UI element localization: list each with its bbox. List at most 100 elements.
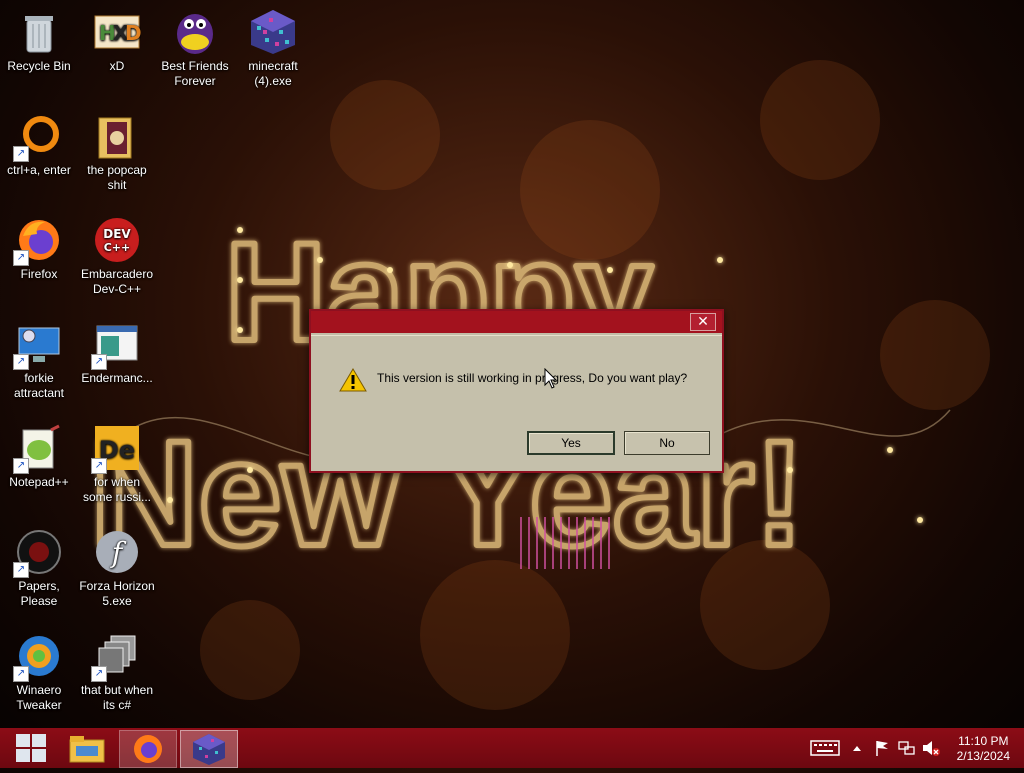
speaker-muted-icon [923,741,940,756]
desktop-icon-forza-horizon[interactable]: f Forza Horizon 5.exe [78,522,156,609]
notepad-plus-plus-icon: ↗ [13,424,63,474]
keyboard-icon [810,740,840,756]
minecraft-block-icon [249,8,297,56]
bokeh [880,300,990,410]
shortcut-arrow-icon: ↗ [13,146,29,162]
desktop-icon-forkie-attractant[interactable]: ↗ forkie attractant [0,314,78,401]
taskbar-file-explorer[interactable] [60,730,116,766]
action-center-flag-button[interactable] [872,728,892,768]
desktop-icon-ctrl-a-enter[interactable]: ↗ ctrl+a, enter [0,106,78,178]
shortcut-arrow-icon: ↗ [13,666,29,682]
orange-ring-icon: ↗ [13,112,63,162]
folder-icon [69,736,105,763]
bird-mascot-icon [171,8,219,56]
desktop-icon-recycle-bin[interactable]: Recycle Bin [0,2,78,74]
icon-label: Forza Horizon 5.exe [79,579,155,608]
bokeh [200,600,300,700]
desktop-icon-best-friends-forever[interactable]: Best Friends Forever [156,2,234,89]
shortcut-arrow-icon: ↗ [91,666,107,682]
desktop-icon-firefox[interactable]: ↗ Firefox [0,210,78,282]
yes-button[interactable]: Yes [527,431,615,455]
desktop-icon-for-when-some-russi[interactable]: De ↗ for when some russi... [78,418,156,505]
shortcut-arrow-icon: ↗ [91,354,107,370]
mouse-cursor-icon [544,368,558,389]
icon-label: Best Friends Forever [161,59,229,88]
bokeh [420,560,570,710]
windows-logo-icon [16,734,46,762]
shortcut-arrow-icon: ↗ [13,458,29,474]
taskbar: 11:10 PM 2/13/2024 [0,728,1024,768]
glitch-lines [520,517,610,569]
desktop-icon-winaero-tweaker[interactable]: ↗ Winaero Tweaker [0,626,78,713]
minecraft-block-icon [193,734,225,765]
svg-text:D: D [125,21,141,45]
svg-text:DEV: DEV [103,227,131,241]
start-button[interactable] [4,730,60,766]
desktop-icon-minecraft[interactable]: minecraft (4).exe [234,2,312,89]
icon-label: Notepad++ [9,475,69,489]
desktop-icon-dev-cpp[interactable]: DEV C++ Embarcadero Dev-C++ [78,210,156,297]
close-icon: ✕ [697,313,709,329]
taskbar-firefox[interactable] [119,730,177,768]
firefox-icon: ↗ [13,216,63,266]
chevron-up-icon [853,746,861,751]
dev-cpp-icon: DEV C++ [93,216,141,264]
bokeh [520,120,660,260]
flash-player-icon: f [93,528,141,576]
firefox-icon [134,735,162,763]
desktop-icon-xd[interactable]: HXD xD [78,2,156,74]
taskbar-clock[interactable]: 11:10 PM 2/13/2024 [957,734,1010,764]
icon-label: Recycle Bin [7,59,71,73]
dialog-close-button[interactable]: ✕ [690,313,716,331]
dialog-body: This version is still working in progres… [311,335,722,471]
taskbar-minecraft[interactable] [180,730,238,768]
icon-label: for when some russi... [82,475,151,504]
hxd-editor-icon: HXD [93,8,142,56]
recycle-bin-icon [15,8,63,56]
warning-icon [339,368,367,392]
icon-label: xD [109,59,125,73]
network-button[interactable] [896,728,916,768]
desktop-icon-endermanc[interactable]: ↗ Endermanc... [78,314,156,386]
desktop-icon-that-but-when-its-csharp[interactable]: ↗ that but when its c# [78,626,156,713]
papers-please-seal-icon: ↗ [13,528,63,578]
icon-label: that but when its c# [80,683,154,712]
shortcut-arrow-icon: ↗ [13,354,29,370]
bokeh [760,60,880,180]
folder-icon [93,112,141,160]
shortcut-arrow-icon: ↗ [13,562,29,578]
touch-keyboard-button[interactable] [808,728,842,768]
icon-label: Embarcadero Dev-C++ [80,267,154,296]
computer-settings-icon: ↗ [13,320,63,370]
icon-label: Papers, Please [18,579,60,608]
winaero-tweaker-icon: ↗ [13,632,63,682]
show-hidden-icons-button[interactable] [850,728,864,768]
icon-label: forkie attractant [13,371,65,400]
de-app-icon: De ↗ [91,424,141,474]
stacked-windows-icon: ↗ [91,632,141,682]
icon-label: Endermanc... [81,371,153,385]
icon-label: the popcap shit [87,163,147,192]
bokeh [330,80,440,190]
app-window-icon: ↗ [91,320,141,370]
dialog-titlebar[interactable]: ✕ [311,311,722,333]
svg-text:C++: C++ [104,241,131,254]
volume-button[interactable] [920,728,942,768]
flag-icon [876,741,888,756]
desktop-icon-the-popcap[interactable]: the popcap shit [78,106,156,193]
clock-time: 11:10 PM [958,734,1009,748]
dialog-message: This version is still working in progres… [377,371,688,385]
message-dialog: ✕ This version is still working in progr… [309,309,724,473]
shortcut-arrow-icon: ↗ [91,458,107,474]
icon-label: Winaero Tweaker [16,683,62,712]
network-icon [898,741,915,755]
bokeh [700,540,830,670]
icon-label: minecraft (4).exe [248,59,298,88]
desktop-icon-notepadpp[interactable]: ↗ Notepad++ [0,418,78,490]
clock-date: 2/13/2024 [956,749,1010,763]
desktop-icon-papers-please[interactable]: ↗ Papers, Please [0,522,78,609]
shortcut-arrow-icon: ↗ [13,250,29,266]
icon-label: ctrl+a, enter [7,163,71,177]
icon-label: Firefox [20,267,58,281]
no-button[interactable]: No [624,431,710,455]
